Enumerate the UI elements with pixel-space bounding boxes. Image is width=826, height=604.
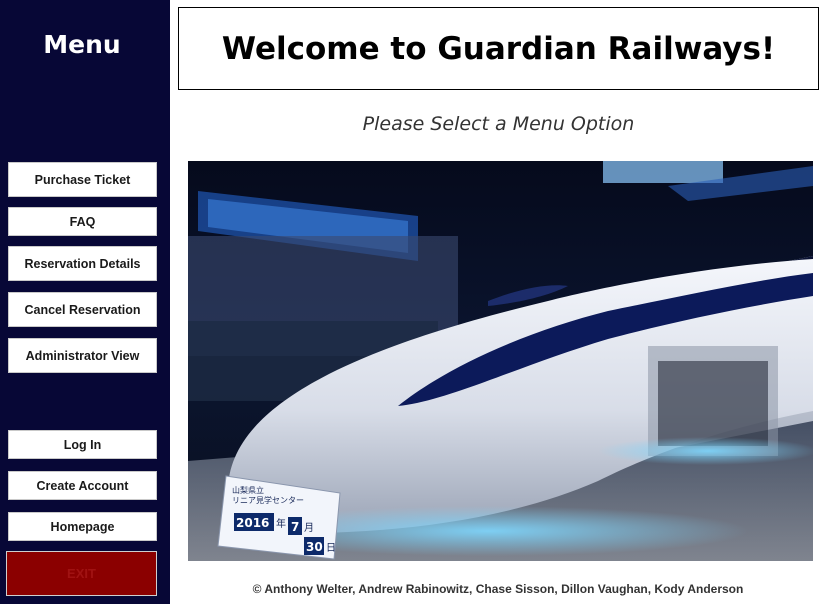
create-account-button[interactable]: Create Account — [8, 471, 157, 500]
sidebar: Menu Purchase Ticket FAQ Reservation Det… — [0, 0, 170, 604]
footer-credits: © Anthony Welter, Andrew Rabinowitz, Cha… — [252, 582, 744, 596]
plaque-line-2: リニア見学センター — [232, 495, 304, 505]
exit-button[interactable]: EXIT — [6, 551, 157, 596]
plaque-month-suffix: 月 — [304, 522, 314, 534]
homepage-button[interactable]: Homepage — [8, 512, 157, 541]
menu-title: Menu — [43, 30, 121, 59]
page-subtitle: Please Select a Menu Option — [362, 113, 635, 135]
log-in-button[interactable]: Log In — [8, 430, 157, 459]
page-title: Welcome to Guardian Railways! — [221, 30, 776, 67]
plaque-year-suffix: 年 — [276, 517, 286, 530]
plaque-line-1: 山梨県立 — [232, 485, 264, 495]
title-box: Welcome to Guardian Railways! — [178, 7, 819, 90]
maglev-train-photo: 山梨県立 リニア見学センター 2016 年 7 月 30 日 — [188, 161, 813, 561]
plaque-year: 2016 — [236, 516, 269, 530]
cancel-reservation-button[interactable]: Cancel Reservation — [8, 292, 157, 327]
plaque-day: 30 — [306, 540, 323, 554]
faq-button[interactable]: FAQ — [8, 207, 157, 236]
plaque-day-suffix: 日 — [326, 543, 336, 554]
purchase-ticket-button[interactable]: Purchase Ticket — [8, 162, 157, 197]
administrator-view-button[interactable]: Administrator View — [8, 338, 157, 373]
reservation-details-button[interactable]: Reservation Details — [8, 246, 157, 281]
plaque-month: 7 — [291, 520, 299, 534]
